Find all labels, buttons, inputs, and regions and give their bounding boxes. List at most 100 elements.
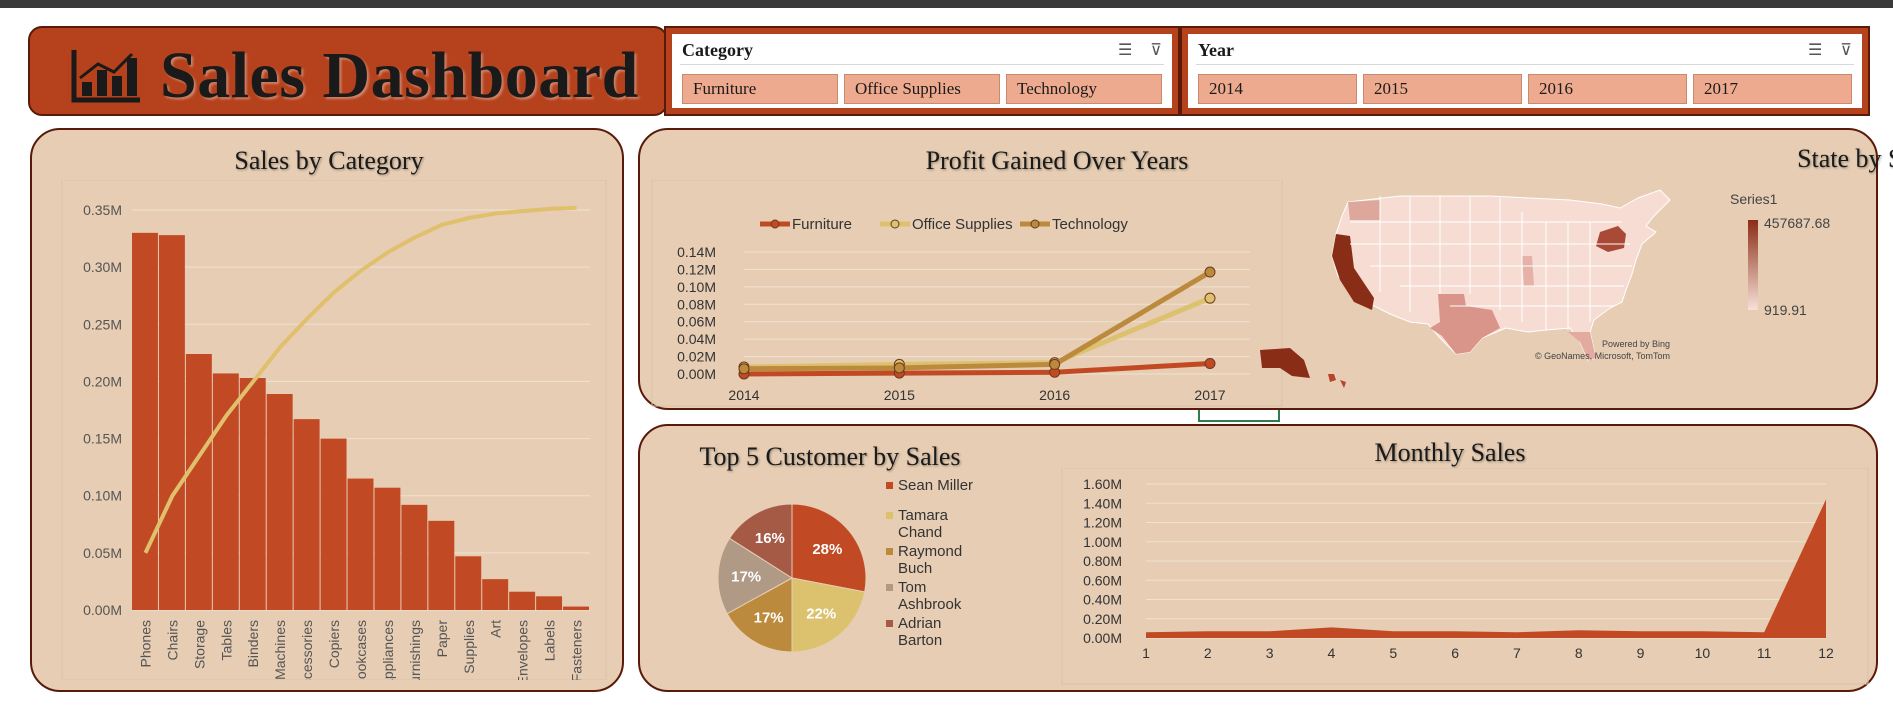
category-slicer-title: Category	[682, 40, 753, 60]
page-title: Sales Dashboard	[160, 39, 639, 112]
x-tick-label: Tables	[218, 620, 234, 660]
pie-data-label: 17%	[754, 609, 784, 626]
sales-by-category-chart: 0.00M 0.05M 0.10M 0.15M 0.20M 0.25M 0.30M 0.35M…	[61, 180, 607, 680]
x-tick-label: Binders	[245, 620, 261, 667]
y-tick-label: 1.20M	[1083, 515, 1122, 531]
legend-marker	[890, 219, 900, 229]
x-tick-label: Envelopes	[515, 620, 531, 680]
x-tick-label: 5	[1389, 645, 1397, 661]
y-tick-label: 1.00M	[1083, 534, 1122, 550]
y-tick-label: 0.30M	[83, 259, 122, 275]
series-point	[893, 362, 905, 374]
x-tick-label: Supplies	[461, 620, 477, 674]
y-tick-label: 0.60M	[1083, 572, 1122, 588]
legend-swatch	[886, 620, 893, 627]
state-map: Series1 457687.68 919.91 Powered by Bing…	[1260, 189, 1830, 388]
bar-labels	[536, 596, 563, 610]
slicer-button-2017[interactable]: 2017	[1693, 74, 1852, 104]
monthly-sales-title: Monthly Sales	[1374, 438, 1526, 467]
alaska-shape	[1260, 348, 1310, 378]
bar-supplies	[455, 556, 482, 610]
bar-chart-icon	[71, 50, 140, 103]
washington-shape	[1348, 200, 1380, 220]
legend-label: Furniture	[792, 216, 852, 233]
x-tick-label: Copiers	[326, 620, 342, 668]
customers-and-monthly-panel: Top 5 Customer by Sales 28% 22% 17% 17% 16% S…	[638, 424, 1878, 692]
y-tick-label: 1.40M	[1083, 495, 1122, 511]
clear-filter-icon[interactable]: ⊽	[1840, 42, 1852, 58]
y-tick-label: 0.14M	[677, 244, 716, 260]
bar-paper	[428, 520, 455, 610]
dashboard-title-banner: Sales Dashboard	[28, 26, 668, 116]
y-tick-label: 0.00M	[83, 602, 122, 618]
series-point	[1204, 266, 1216, 278]
map-legend-min: 919.91	[1764, 302, 1807, 318]
x-tick-label: Paper	[434, 620, 450, 658]
x-tick-label: Storage	[191, 620, 207, 669]
legend-swatch	[886, 584, 893, 591]
multi-select-icon[interactable]: ☰	[1118, 42, 1132, 58]
slicer-button-2016[interactable]: 2016	[1528, 74, 1687, 104]
slicer-button-technology[interactable]: Technology	[1006, 74, 1162, 104]
x-tick-label: 6	[1451, 645, 1459, 661]
bar-bookcases	[347, 478, 374, 610]
y-tick-label: 0.15M	[83, 431, 122, 447]
series-point	[1049, 358, 1061, 370]
pie-data-label: 16%	[755, 530, 785, 547]
top-customers-title: Top 5 Customer by Sales	[699, 442, 961, 471]
slicer-button-office-supplies[interactable]: Office Supplies	[844, 74, 1000, 104]
year-slicer: Year ☰ ⊽ 2014 2015 2016 2017	[1180, 26, 1870, 116]
legend-swatch	[886, 548, 893, 555]
x-tick-label: 2	[1204, 645, 1212, 661]
x-tick-label: 9	[1637, 645, 1645, 661]
legend-label: Adrian	[898, 615, 941, 632]
x-tick-label: 7	[1513, 645, 1521, 661]
series-point	[1204, 358, 1216, 370]
y-tick-label: 0.04M	[677, 331, 716, 347]
window-top-bar	[0, 0, 1893, 8]
legend-marker	[1030, 219, 1040, 229]
y-tick-label: 0.08M	[677, 296, 716, 312]
x-tick-label: Labels	[542, 620, 558, 661]
map-legend-title: Series1	[1730, 191, 1778, 207]
legend-label: Technology	[1052, 216, 1128, 233]
legend-label: Tom	[898, 579, 926, 596]
bar-tables	[212, 373, 239, 610]
plot-area	[1061, 468, 1869, 685]
map-legend-gradient	[1748, 220, 1758, 310]
map-credit-geonames: © GeoNames, Microsoft, TomTom	[1535, 351, 1670, 361]
bar-storage	[185, 354, 212, 610]
legend-label: Ashbrook	[898, 596, 962, 613]
x-tick-label: 2017	[1194, 387, 1225, 403]
multi-select-icon[interactable]: ☰	[1808, 42, 1822, 58]
bar-phones	[132, 232, 158, 610]
slicer-button-furniture[interactable]: Furniture	[682, 74, 838, 104]
x-tick-label: Appliances	[380, 620, 396, 680]
x-tick-label: Accessories	[299, 620, 315, 680]
slicer-button-2015[interactable]: 2015	[1363, 74, 1522, 104]
pie-data-label: 28%	[812, 541, 842, 558]
clear-filter-icon[interactable]: ⊽	[1150, 42, 1162, 58]
top-customers-chart: 28% 22% 17% 17% 16% Sean Miller TamaraChand Ray…	[717, 477, 973, 653]
legend-label: Tamara	[898, 507, 949, 524]
legend-label: Buch	[898, 560, 932, 577]
y-tick-label: 0.05M	[83, 545, 122, 561]
slicer-button-2014[interactable]: 2014	[1198, 74, 1357, 104]
legend-swatch	[886, 482, 893, 489]
map-legend-max: 457687.68	[1764, 215, 1830, 231]
year-slicer-title: Year	[1198, 40, 1234, 60]
x-tick-label: 3	[1266, 645, 1274, 661]
hawaii-shape	[1328, 374, 1346, 388]
x-tick-label: 2015	[884, 387, 915, 403]
x-tick-label: 1	[1142, 645, 1150, 661]
monthly-sales-chart: 0.00M 0.20M 0.40M 0.60M 0.80M 1.00M 1.20M 1.40M…	[1061, 468, 1869, 685]
x-tick-label: Furnishings	[407, 620, 423, 680]
legend-label: Office Supplies	[912, 216, 1013, 233]
profit-chart: 0.00M0.02M 0.04M0.06M 0.08M0.10M 0.12M0.14M…	[651, 180, 1283, 407]
category-slicer: Category ☰ ⊽ Furniture Office Supplies T…	[664, 26, 1180, 116]
legend-label: Barton	[898, 632, 942, 649]
x-tick-label: Bookcases	[353, 620, 369, 680]
pie-data-label: 17%	[731, 569, 761, 586]
y-tick-label: 0.20M	[1083, 611, 1122, 627]
map-credit-bing: Powered by Bing	[1602, 339, 1670, 349]
